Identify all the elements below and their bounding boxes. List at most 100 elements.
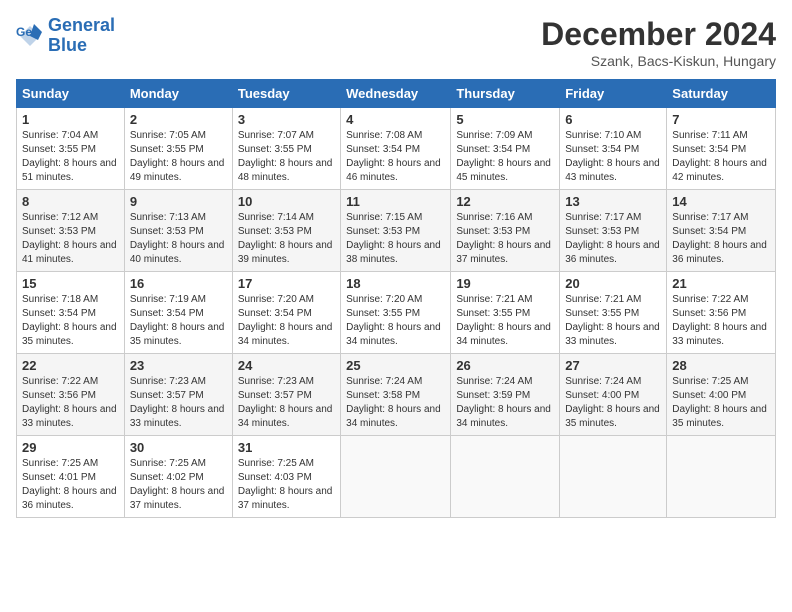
day-info: Sunrise: 7:22 AMSunset: 3:56 PMDaylight:…	[672, 293, 770, 349]
calendar-cell: 31 Sunrise: 7:25 AMSunset: 4:03 PMDayligh…	[232, 436, 340, 518]
calendar-cell: 2Sunrise: 7:05 AMSunset: 3:55 PMDaylight…	[124, 108, 232, 190]
location-title: Szank, Bacs-Kiskun, Hungary	[541, 53, 776, 69]
calendar-cell	[560, 436, 667, 518]
day-info: Sunrise: 7:10 AMSunset: 3:54 PMDaylight:…	[565, 129, 661, 185]
day-info: Sunrise: 7:07 AMSunset: 3:55 PMDaylight:…	[238, 129, 335, 185]
page-header: Gen General Blue December 2024 Szank, Ba…	[16, 16, 776, 69]
weekday-header-row: SundayMondayTuesdayWednesdayThursdayFrid…	[17, 80, 776, 108]
title-area: December 2024 Szank, Bacs-Kiskun, Hungar…	[541, 16, 776, 69]
calendar-cell: 21 Sunrise: 7:22 AMSunset: 3:56 PMDayligh…	[667, 272, 776, 354]
calendar-cell: 24Sunrise: 7:23 AMSunset: 3:57 PMDayligh…	[232, 354, 340, 436]
calendar-cell	[667, 436, 776, 518]
logo-line2: Blue	[48, 35, 87, 55]
weekday-header-tuesday: Tuesday	[232, 80, 340, 108]
calendar-cell: 30 Sunrise: 7:25 AMSunset: 4:02 PMDayligh…	[124, 436, 232, 518]
day-info: Sunrise: 7:22 AMSunset: 3:56 PMDaylight:…	[22, 375, 119, 431]
day-number: 14	[672, 194, 770, 209]
day-number: 22	[22, 358, 119, 373]
calendar-table: SundayMondayTuesdayWednesdayThursdayFrid…	[16, 79, 776, 518]
day-number: 26	[456, 358, 554, 373]
day-number: 23	[130, 358, 227, 373]
calendar-cell: 15Sunrise: 7:18 AMSunset: 3:54 PMDayligh…	[17, 272, 125, 354]
day-number: 29	[22, 440, 119, 455]
day-number: 8	[22, 194, 119, 209]
calendar-cell: 22 Sunrise: 7:22 AMSunset: 3:56 PMDayligh…	[17, 354, 125, 436]
calendar-cell: 23 Sunrise: 7:23 AMSunset: 3:57 PMDayligh…	[124, 354, 232, 436]
calendar-cell: 10Sunrise: 7:14 AMSunset: 3:53 PMDayligh…	[232, 190, 340, 272]
logo: Gen General Blue	[16, 16, 115, 56]
calendar-cell	[341, 436, 451, 518]
day-number: 25	[346, 358, 445, 373]
day-info: Sunrise: 7:25 AMSunset: 4:00 PMDaylight:…	[672, 375, 770, 431]
calendar-cell: 18 Sunrise: 7:20 AMSunset: 3:55 PMDayligh…	[341, 272, 451, 354]
day-number: 17	[238, 276, 335, 291]
day-number: 30	[130, 440, 227, 455]
day-info: Sunrise: 7:05 AMSunset: 3:55 PMDaylight:…	[130, 129, 227, 185]
calendar-cell: 3 Sunrise: 7:07 AMSunset: 3:55 PMDaylight…	[232, 108, 340, 190]
day-number: 1	[22, 112, 119, 127]
day-number: 6	[565, 112, 661, 127]
day-info: Sunrise: 7:25 AMSunset: 4:02 PMDaylight:…	[130, 457, 227, 513]
day-info: Sunrise: 7:25 AMSunset: 4:01 PMDaylight:…	[22, 457, 119, 513]
day-info: Sunrise: 7:11 AMSunset: 3:54 PMDaylight:…	[672, 129, 770, 185]
day-info: Sunrise: 7:24 AMSunset: 4:00 PMDaylight:…	[565, 375, 661, 431]
calendar-cell: 20 Sunrise: 7:21 AMSunset: 3:55 PMDayligh…	[560, 272, 667, 354]
day-number: 21	[672, 276, 770, 291]
day-info: Sunrise: 7:25 AMSunset: 4:03 PMDaylight:…	[238, 457, 335, 513]
day-number: 3	[238, 112, 335, 127]
day-info: Sunrise: 7:19 AMSunset: 3:54 PMDaylight:…	[130, 293, 227, 349]
day-number: 13	[565, 194, 661, 209]
calendar-cell: 13 Sunrise: 7:17 AMSunset: 3:53 PMDayligh…	[560, 190, 667, 272]
day-info: Sunrise: 7:17 AMSunset: 3:53 PMDaylight:…	[565, 211, 661, 267]
day-info: Sunrise: 7:16 AMSunset: 3:53 PMDaylight:…	[456, 211, 554, 267]
day-number: 11	[346, 194, 445, 209]
calendar-cell: 28 Sunrise: 7:25 AMSunset: 4:00 PMDayligh…	[667, 354, 776, 436]
logo-icon: Gen	[16, 22, 44, 50]
calendar-week-row: 29 Sunrise: 7:25 AMSunset: 4:01 PMDayligh…	[17, 436, 776, 518]
calendar-cell: 16 Sunrise: 7:19 AMSunset: 3:54 PMDayligh…	[124, 272, 232, 354]
day-number: 16	[130, 276, 227, 291]
calendar-cell: 29 Sunrise: 7:25 AMSunset: 4:01 PMDayligh…	[17, 436, 125, 518]
day-number: 4	[346, 112, 445, 127]
day-info: Sunrise: 7:21 AMSunset: 3:55 PMDaylight:…	[565, 293, 661, 349]
weekday-header-monday: Monday	[124, 80, 232, 108]
calendar-cell: 14Sunrise: 7:17 AMSunset: 3:54 PMDayligh…	[667, 190, 776, 272]
calendar-cell: 25 Sunrise: 7:24 AMSunset: 3:58 PMDayligh…	[341, 354, 451, 436]
logo-line1: General	[48, 15, 115, 35]
calendar-cell: 9Sunrise: 7:13 AMSunset: 3:53 PMDaylight…	[124, 190, 232, 272]
day-info: Sunrise: 7:09 AMSunset: 3:54 PMDaylight:…	[456, 129, 554, 185]
day-number: 18	[346, 276, 445, 291]
calendar-cell: 12 Sunrise: 7:16 AMSunset: 3:53 PMDayligh…	[451, 190, 560, 272]
day-number: 10	[238, 194, 335, 209]
calendar-week-row: 8Sunrise: 7:12 AMSunset: 3:53 PMDaylight…	[17, 190, 776, 272]
day-info: Sunrise: 7:23 AMSunset: 3:57 PMDaylight:…	[130, 375, 227, 431]
calendar-cell: 1 Sunrise: 7:04 AMSunset: 3:55 PMDaylight…	[17, 108, 125, 190]
calendar-week-row: 15Sunrise: 7:18 AMSunset: 3:54 PMDayligh…	[17, 272, 776, 354]
day-number: 24	[238, 358, 335, 373]
calendar-week-row: 22 Sunrise: 7:22 AMSunset: 3:56 PMDayligh…	[17, 354, 776, 436]
day-info: Sunrise: 7:15 AMSunset: 3:53 PMDaylight:…	[346, 211, 445, 267]
calendar-cell: 4 Sunrise: 7:08 AMSunset: 3:54 PMDaylight…	[341, 108, 451, 190]
weekday-header-thursday: Thursday	[451, 80, 560, 108]
calendar-cell: 7 Sunrise: 7:11 AMSunset: 3:54 PMDaylight…	[667, 108, 776, 190]
logo-text: General Blue	[48, 16, 115, 56]
day-info: Sunrise: 7:24 AMSunset: 3:58 PMDaylight:…	[346, 375, 445, 431]
month-title: December 2024	[541, 16, 776, 53]
day-info: Sunrise: 7:20 AMSunset: 3:55 PMDaylight:…	[346, 293, 445, 349]
day-number: 12	[456, 194, 554, 209]
day-info: Sunrise: 7:24 AMSunset: 3:59 PMDaylight:…	[456, 375, 554, 431]
day-number: 7	[672, 112, 770, 127]
day-number: 28	[672, 358, 770, 373]
calendar-week-row: 1 Sunrise: 7:04 AMSunset: 3:55 PMDaylight…	[17, 108, 776, 190]
day-number: 31	[238, 440, 335, 455]
weekday-header-friday: Friday	[560, 80, 667, 108]
day-info: Sunrise: 7:04 AMSunset: 3:55 PMDaylight:…	[22, 129, 119, 185]
day-number: 20	[565, 276, 661, 291]
day-number: 5	[456, 112, 554, 127]
calendar-cell: 26 Sunrise: 7:24 AMSunset: 3:59 PMDayligh…	[451, 354, 560, 436]
weekday-header-sunday: Sunday	[17, 80, 125, 108]
calendar-cell: 19Sunrise: 7:21 AMSunset: 3:55 PMDayligh…	[451, 272, 560, 354]
day-number: 19	[456, 276, 554, 291]
calendar-cell	[451, 436, 560, 518]
day-info: Sunrise: 7:08 AMSunset: 3:54 PMDaylight:…	[346, 129, 445, 185]
